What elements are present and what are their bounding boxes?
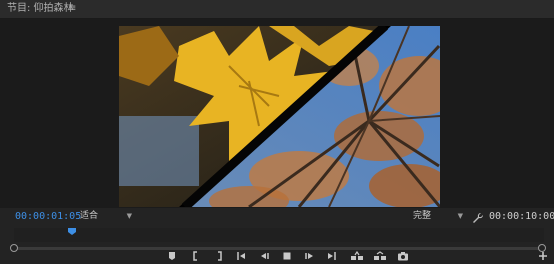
add-marker-icon[interactable] (165, 249, 179, 263)
add-button-icon[interactable] (536, 249, 550, 263)
video-preview-image (119, 26, 440, 207)
resolution-dropdown[interactable]: 完整 ▼ (413, 210, 463, 222)
fit-dropdown[interactable]: 适合 ▼ (80, 210, 132, 222)
wrench-icon[interactable] (472, 209, 484, 223)
extract-icon[interactable] (373, 249, 387, 263)
panel-title: 节目: 仰拍森林 (7, 3, 74, 14)
chevron-down-icon: ▼ (457, 212, 463, 220)
resolution-dropdown-value: 完整 (413, 211, 432, 221)
mark-out-icon[interactable] (213, 249, 227, 263)
video-frame (119, 26, 440, 207)
go-to-in-icon[interactable] (235, 249, 249, 263)
step-back-icon[interactable] (258, 249, 272, 263)
go-to-out-icon[interactable] (324, 249, 338, 263)
stop-icon[interactable] (280, 249, 294, 263)
export-frame-icon[interactable] (396, 249, 410, 263)
time-ruler[interactable] (0, 224, 554, 252)
duration-timecode: 00:00:10:00 (489, 211, 554, 222)
mark-in-icon[interactable] (188, 249, 202, 263)
current-timecode[interactable]: 00:00:01:05 (15, 211, 81, 223)
panel-header: 节目: 仰拍森林 ≡ (0, 0, 554, 19)
program-monitor (0, 19, 554, 208)
step-forward-icon[interactable] (302, 249, 316, 263)
fit-dropdown-value: 适合 (80, 211, 99, 221)
ruler-background (14, 228, 544, 242)
monitor-controls: 00:00:01:05 适合 ▼ 完整 ▼ 00:00:10:00 (0, 208, 554, 264)
playhead-marker-icon[interactable] (68, 228, 77, 235)
hamburger-menu-icon[interactable]: ≡ (68, 3, 76, 15)
chevron-down-icon: ▼ (126, 212, 132, 220)
transport-controls (0, 249, 554, 263)
lift-icon[interactable] (350, 249, 364, 263)
